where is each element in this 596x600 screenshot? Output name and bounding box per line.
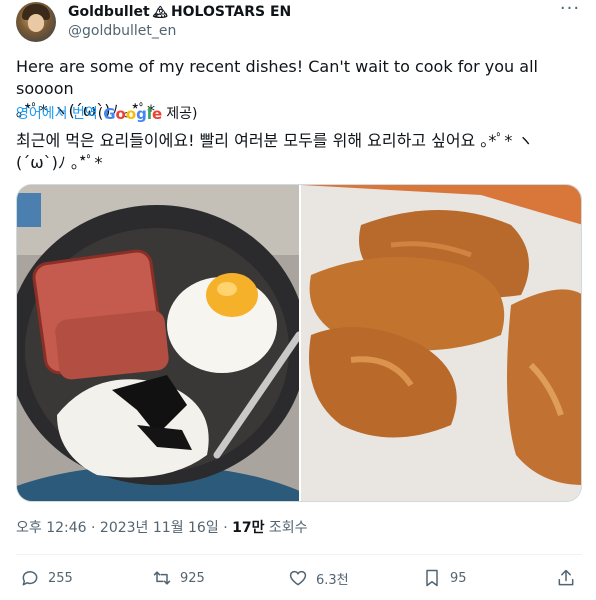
share-icon: [558, 569, 574, 586]
avatar[interactable]: [16, 2, 56, 42]
separator: ·: [91, 520, 96, 536]
like-icon: [289, 570, 307, 586]
timestamp-line: 오후 12:46 · 2023년 11월 16일 · 17만 조회수: [16, 518, 308, 538]
more-icon[interactable]: ···: [558, 0, 582, 22]
photo-grid: [16, 184, 582, 502]
views-count: 17만: [232, 520, 265, 536]
google-logo: Google: [103, 105, 163, 123]
avatar-face: [28, 14, 44, 32]
spam-rice-image: [17, 185, 299, 501]
author-name[interactable]: Goldbullet 🏔 HOLOSTARS EN: [68, 3, 291, 21]
translate-provider-suffix: 제공: [166, 106, 192, 122]
translate-link[interactable]: 영어에서 번역: [16, 104, 98, 124]
divider: [16, 554, 582, 555]
translated-text: 최근에 먹은 요리들이에요! 빨리 여러분 모두를 위해 요리하고 싶어요 ｡*…: [16, 131, 534, 172]
time[interactable]: 오후 12:46: [16, 520, 87, 536]
repost-button[interactable]: 925: [152, 566, 205, 590]
bookmark-icon: [426, 569, 438, 587]
display-name: Goldbullet: [68, 4, 150, 20]
reply-button[interactable]: 255: [20, 566, 73, 590]
badge-emoji: 🏔: [152, 5, 168, 19]
repost-icon: [153, 571, 171, 585]
translation-attribution: 영어에서 번역 ( Google 제공 ): [16, 104, 197, 124]
views-label: 조회수: [268, 520, 308, 536]
reply-icon: [22, 571, 38, 586]
repost-count: 925: [180, 570, 205, 586]
reply-count: 255: [48, 570, 73, 586]
author-handle[interactable]: @goldbullet_en: [68, 22, 176, 40]
separator: ·: [223, 520, 228, 536]
photo-fried-chicken[interactable]: [301, 185, 581, 501]
paren-close: ): [192, 106, 198, 122]
fried-chicken-image: [301, 185, 581, 501]
bookmark-button[interactable]: 95: [422, 566, 467, 590]
share-button[interactable]: [556, 566, 576, 590]
affiliation: HOLOSTARS EN: [170, 4, 292, 20]
like-button[interactable]: 6.3천: [288, 566, 349, 590]
bookmark-count: 95: [450, 570, 467, 586]
photo-spam-rice[interactable]: [17, 185, 299, 501]
date[interactable]: 2023년 11월 16일: [100, 520, 219, 536]
like-count: 6.3천: [316, 572, 349, 588]
